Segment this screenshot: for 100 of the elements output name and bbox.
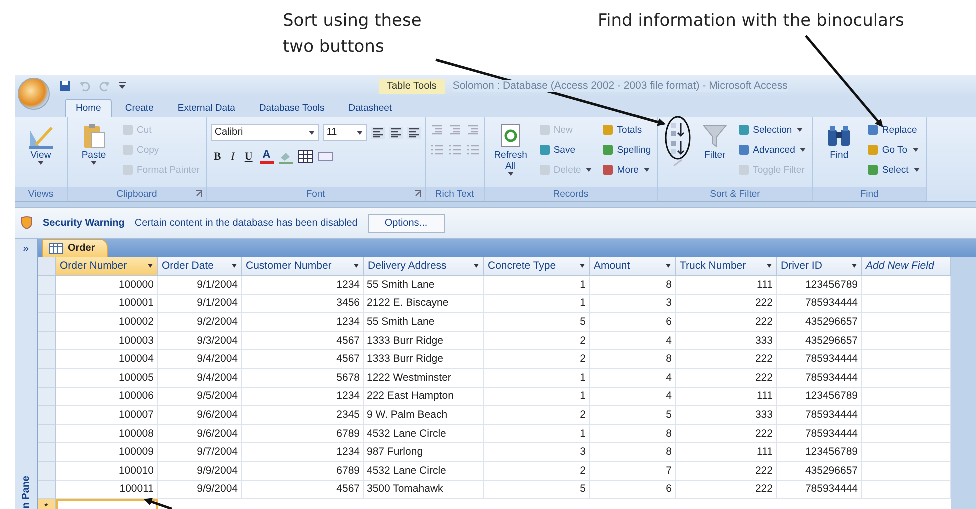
row-selector[interactable] — [38, 368, 56, 388]
row-selector[interactable] — [38, 332, 56, 350]
ribbon-button[interactable]: Select — [865, 160, 922, 180]
navigation-pane-label[interactable]: n Pane — [20, 476, 32, 509]
column-header[interactable]: Truck Number — [676, 257, 777, 276]
align-icon[interactable] — [406, 126, 421, 138]
clear-sort-icon[interactable] — [672, 158, 684, 168]
caret-icon[interactable] — [232, 264, 237, 268]
row-selector[interactable] — [38, 480, 56, 500]
sort-descending-icon[interactable] — [670, 140, 686, 156]
sort-ascending-icon[interactable] — [670, 122, 686, 138]
indent-icon[interactable] — [466, 124, 480, 136]
table-cell: 1 — [484, 368, 590, 388]
format-button[interactable]: B — [210, 150, 224, 162]
ribbon-button[interactable]: View — [19, 120, 63, 167]
new-record-marker[interactable]: * — [38, 499, 56, 509]
tool-icon — [738, 124, 750, 136]
combo-box[interactable]: 11 — [322, 124, 367, 141]
column-header[interactable]: Order Date — [158, 257, 242, 276]
combo-box[interactable]: Calibri — [210, 124, 319, 141]
undo-icon[interactable] — [79, 80, 91, 92]
caret-icon[interactable] — [666, 264, 671, 268]
row-selector[interactable] — [38, 462, 56, 481]
column-header[interactable]: Add New Field — [862, 257, 951, 276]
ribbon-tab[interactable]: External Data — [166, 99, 246, 117]
caret-icon[interactable] — [148, 264, 153, 268]
ribbon-button[interactable]: Filter — [698, 120, 732, 163]
ribbon-tab[interactable]: Datasheet — [338, 99, 404, 117]
indent-icon[interactable] — [448, 124, 462, 136]
list-icon[interactable] — [430, 144, 444, 156]
column-header[interactable]: Concrete Type — [484, 257, 590, 276]
format-button[interactable]: A — [260, 149, 274, 164]
dialog-launcher-icon[interactable] — [194, 190, 203, 198]
ribbon-button[interactable]: Advanced — [736, 140, 808, 160]
ribbon-tab[interactable]: Database Tools — [248, 99, 336, 117]
ribbon-button[interactable]: Find — [817, 120, 862, 163]
row-selector[interactable] — [38, 406, 56, 425]
table-cell: 8 — [590, 424, 676, 444]
table-cell: 111 — [676, 388, 777, 406]
caret-icon — [356, 130, 363, 134]
ribbon-button[interactable]: Paste — [72, 120, 116, 167]
gridlines-icon[interactable] — [298, 150, 314, 164]
column-header[interactable]: Driver ID — [777, 257, 862, 276]
caret-icon[interactable] — [354, 264, 359, 268]
row-selector[interactable] — [38, 276, 56, 295]
row-color-icon[interactable] — [318, 150, 334, 164]
dropdown-icon[interactable] — [119, 82, 126, 90]
row-selector[interactable] — [38, 294, 56, 314]
ribbon-button[interactable]: Selection — [736, 120, 808, 140]
row-selector[interactable] — [38, 313, 56, 332]
select-all-corner[interactable] — [38, 257, 56, 276]
list-icon[interactable] — [466, 144, 480, 156]
table-cell: 9 W. Palm Beach — [364, 406, 484, 425]
column-header[interactable]: Order Number — [56, 257, 158, 276]
context-tab-label: Table Tools — [379, 78, 445, 94]
list-icon[interactable] — [448, 144, 462, 156]
office-button[interactable] — [18, 78, 50, 110]
document-tab[interactable]: Order — [42, 239, 108, 257]
ribbon-button[interactable]: Go To — [865, 140, 922, 160]
row-selector[interactable] — [38, 388, 56, 406]
options-button[interactable]: Options... — [368, 214, 445, 232]
redo-icon[interactable] — [99, 80, 111, 92]
row-selector[interactable] — [38, 424, 56, 444]
row-selector[interactable] — [38, 350, 56, 369]
ribbon-tab[interactable]: Home — [65, 99, 112, 117]
table-cell: 1 — [484, 294, 590, 314]
ribbon-button[interactable]: Totals — [600, 120, 654, 140]
table-cell: 2 — [484, 350, 590, 369]
table-cell: 5 — [590, 406, 676, 425]
table-cell: 9/6/2004 — [158, 424, 242, 444]
table-cell: 9/2/2004 — [158, 313, 242, 332]
format-button[interactable]: U — [242, 150, 256, 162]
format-button[interactable]: I — [228, 150, 238, 162]
caret-icon[interactable] — [580, 264, 585, 268]
indent-icon[interactable] — [430, 124, 444, 136]
align-icon[interactable] — [388, 126, 403, 138]
ribbon-button[interactable]: Replace — [865, 120, 922, 140]
dialog-launcher-icon[interactable] — [414, 190, 422, 198]
column-header[interactable]: Delivery Address — [364, 257, 484, 276]
group-label: Records — [553, 188, 589, 200]
ribbon-tab[interactable]: Create — [114, 99, 165, 117]
ribbon-button[interactable]: Refresh All — [488, 120, 533, 178]
row-selector[interactable] — [38, 443, 56, 462]
expand-toggle[interactable]: » — [22, 243, 30, 255]
ribbon-button[interactable]: More — [600, 160, 654, 180]
caret-icon[interactable] — [852, 264, 857, 268]
tool-icon — [122, 124, 134, 136]
align-icon[interactable] — [370, 126, 385, 138]
ribbon-button[interactable]: Save — [536, 140, 594, 160]
caret-icon — [38, 161, 44, 165]
save-icon[interactable] — [59, 80, 71, 92]
table-cell: 6 — [590, 313, 676, 332]
ribbon-button[interactable]: Spelling — [600, 140, 654, 160]
column-header[interactable]: Customer Number — [242, 257, 364, 276]
tool-icon — [538, 144, 551, 156]
table-cell: 9/6/2004 — [158, 406, 242, 425]
table-cell: 785934444 — [777, 294, 862, 314]
column-header[interactable]: Amount — [590, 257, 676, 276]
caret-icon[interactable] — [767, 264, 772, 268]
caret-icon[interactable] — [474, 264, 479, 268]
